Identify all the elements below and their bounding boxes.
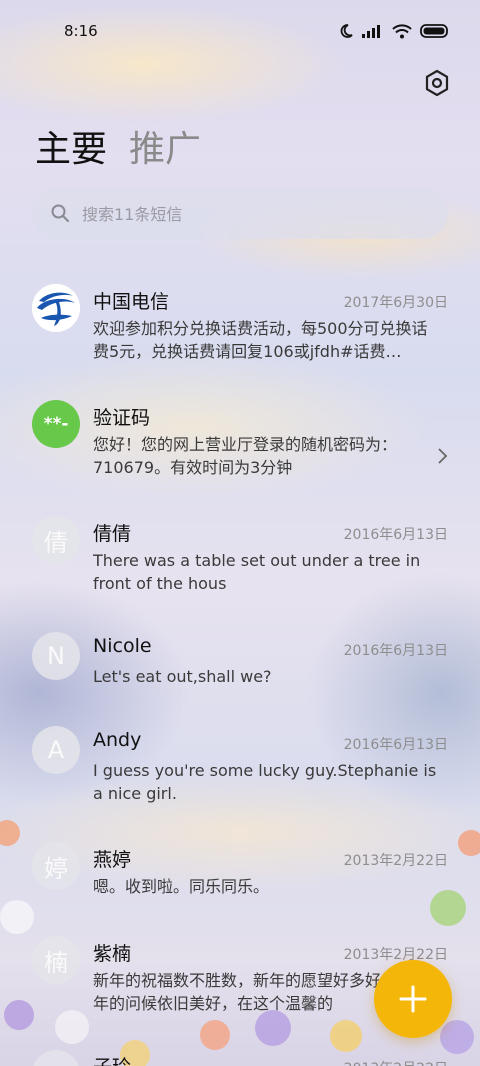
message-date: 2013年2月22日 bbox=[343, 947, 448, 963]
contact-avatar: 婷 bbox=[32, 842, 80, 890]
message-sender: 子玲 bbox=[93, 1052, 131, 1066]
message-row[interactable]: 中国电信 2017年6月30日 欢迎参加积分兑换话费活动，每500分可兑换话费5… bbox=[0, 268, 480, 384]
message-date: 2013年2月22日 bbox=[344, 1058, 448, 1066]
compose-button[interactable] bbox=[374, 960, 452, 1038]
contact-avatar: A bbox=[32, 726, 80, 774]
message-preview: 您好！您的网上营业厅登录的随机密码为：710679。有效时间为3分钟 bbox=[93, 435, 398, 477]
message-sender: 倩倩 bbox=[93, 523, 132, 545]
hexagon-gear-icon bbox=[425, 69, 449, 97]
search-placeholder: 搜索11条短信 bbox=[82, 205, 183, 224]
tab-main[interactable]: 主要 bbox=[35, 120, 107, 172]
message-sender: 燕婷 bbox=[93, 849, 132, 871]
chevron-right-icon[interactable] bbox=[436, 447, 448, 465]
message-sender: Andy bbox=[93, 729, 142, 751]
search-icon bbox=[51, 204, 70, 223]
status-bar: 8:16 bbox=[0, 0, 480, 62]
contact-avatar: 楠 bbox=[32, 936, 80, 984]
message-preview: Let's eat out,shall we? bbox=[93, 667, 272, 686]
tab-promotions[interactable]: 推广 bbox=[129, 120, 201, 172]
message-row[interactable]: 倩 倩倩 2016年6月13日 There was a table set ou… bbox=[0, 500, 480, 616]
message-sender: 紫楠 bbox=[93, 943, 132, 965]
message-preview: I guess you're some lucky guy.Stephanie … bbox=[93, 761, 437, 803]
status-time: 8:16 bbox=[64, 22, 98, 40]
message-sender: 验证码 bbox=[93, 407, 151, 429]
moon-icon bbox=[340, 24, 353, 38]
message-date: 2016年6月13日 bbox=[343, 527, 448, 543]
message-row[interactable]: N Nicole 2016年6月13日 Let's eat out,shall … bbox=[0, 616, 480, 710]
search-bar[interactable]: 搜索11条短信 bbox=[32, 187, 448, 239]
contact-avatar: 倩 bbox=[32, 516, 80, 564]
tab-bar: 主要 推广 bbox=[35, 120, 201, 172]
message-date: 2013年2月22日 bbox=[343, 853, 448, 869]
signal-icon bbox=[362, 25, 380, 38]
message-sender: 中国电信 bbox=[93, 291, 170, 313]
message-date: 2016年6月13日 bbox=[343, 643, 448, 659]
battery-icon bbox=[420, 24, 448, 38]
wifi-icon bbox=[392, 23, 412, 38]
china-telecom-logo-icon bbox=[32, 284, 80, 332]
message-preview: 嗯。收到啦。同乐同乐。 bbox=[93, 877, 270, 896]
message-date: 2017年6月30日 bbox=[343, 295, 448, 311]
contact-avatar: N bbox=[32, 632, 80, 680]
message-date: 2016年6月13日 bbox=[343, 737, 448, 753]
verification-code-avatar: **- bbox=[32, 400, 80, 448]
message-row[interactable]: **- 验证码 您好！您的网上营业厅登录的随机密码为：710679。有效时间为3… bbox=[0, 384, 480, 500]
message-row[interactable]: A Andy 2016年6月13日 I guess you're some lu… bbox=[0, 710, 480, 826]
message-row[interactable]: 婷 燕婷 2013年2月22日 嗯。收到啦。同乐同乐。 bbox=[0, 826, 480, 920]
plus-icon bbox=[399, 985, 427, 1013]
message-preview: 欢迎参加积分兑换话费活动，每500分可兑换话费5元，兑换话费请回复106或jfd… bbox=[93, 319, 428, 361]
settings-button[interactable] bbox=[422, 68, 452, 98]
status-icons bbox=[338, 23, 450, 39]
message-preview: There was a table set out under a tree i… bbox=[93, 551, 421, 593]
message-row[interactable]: 子玲 2013年2月22日 bbox=[0, 1036, 480, 1066]
message-sender: Nicole bbox=[93, 635, 152, 657]
contact-avatar bbox=[32, 1050, 80, 1066]
china-telecom-logo-avatar bbox=[32, 284, 80, 332]
